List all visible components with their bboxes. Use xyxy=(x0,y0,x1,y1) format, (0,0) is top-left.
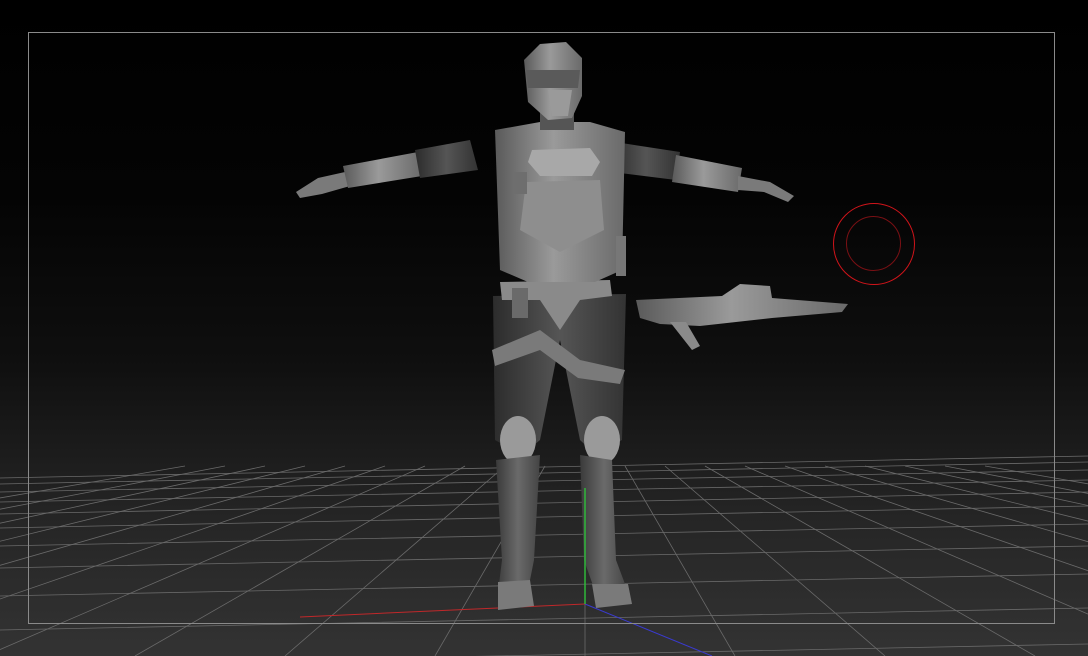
grid-line xyxy=(0,491,1088,515)
left-boot xyxy=(496,455,540,592)
scene-svg[interactable] xyxy=(0,0,1088,656)
grid-line xyxy=(0,505,1088,529)
grid-line xyxy=(474,643,1088,656)
grid-line xyxy=(784,465,1088,572)
right-boot xyxy=(580,455,628,594)
grid-line xyxy=(134,465,466,656)
holster xyxy=(512,288,528,318)
grid-line xyxy=(0,545,1088,569)
visor xyxy=(526,70,580,88)
z-axis-line xyxy=(584,603,713,656)
grid-line xyxy=(704,465,1036,656)
left-bracer xyxy=(343,152,422,188)
left-arm xyxy=(296,172,350,198)
grid-line xyxy=(284,465,506,656)
right-foot xyxy=(592,584,632,608)
mouth-guard xyxy=(548,90,572,116)
chest-plate-top xyxy=(528,148,600,176)
grid-line xyxy=(0,465,186,499)
grid-line xyxy=(0,465,306,542)
character-sculpt-model[interactable] xyxy=(296,42,794,610)
left-foot xyxy=(498,580,534,610)
left-upper-arm xyxy=(415,140,478,178)
chest-pouch xyxy=(513,172,527,194)
rifle-body xyxy=(636,284,848,326)
rifle-subtool[interactable] xyxy=(636,284,848,350)
grid-line xyxy=(664,465,886,656)
right-hand xyxy=(738,176,794,202)
grid-line xyxy=(0,479,1088,503)
canvas-viewport[interactable] xyxy=(0,0,1088,656)
floor-grid xyxy=(0,455,1088,656)
rifle-grip xyxy=(670,322,700,350)
side-clip xyxy=(616,236,626,276)
grid-line xyxy=(0,607,1088,631)
right-bracer xyxy=(672,155,742,192)
